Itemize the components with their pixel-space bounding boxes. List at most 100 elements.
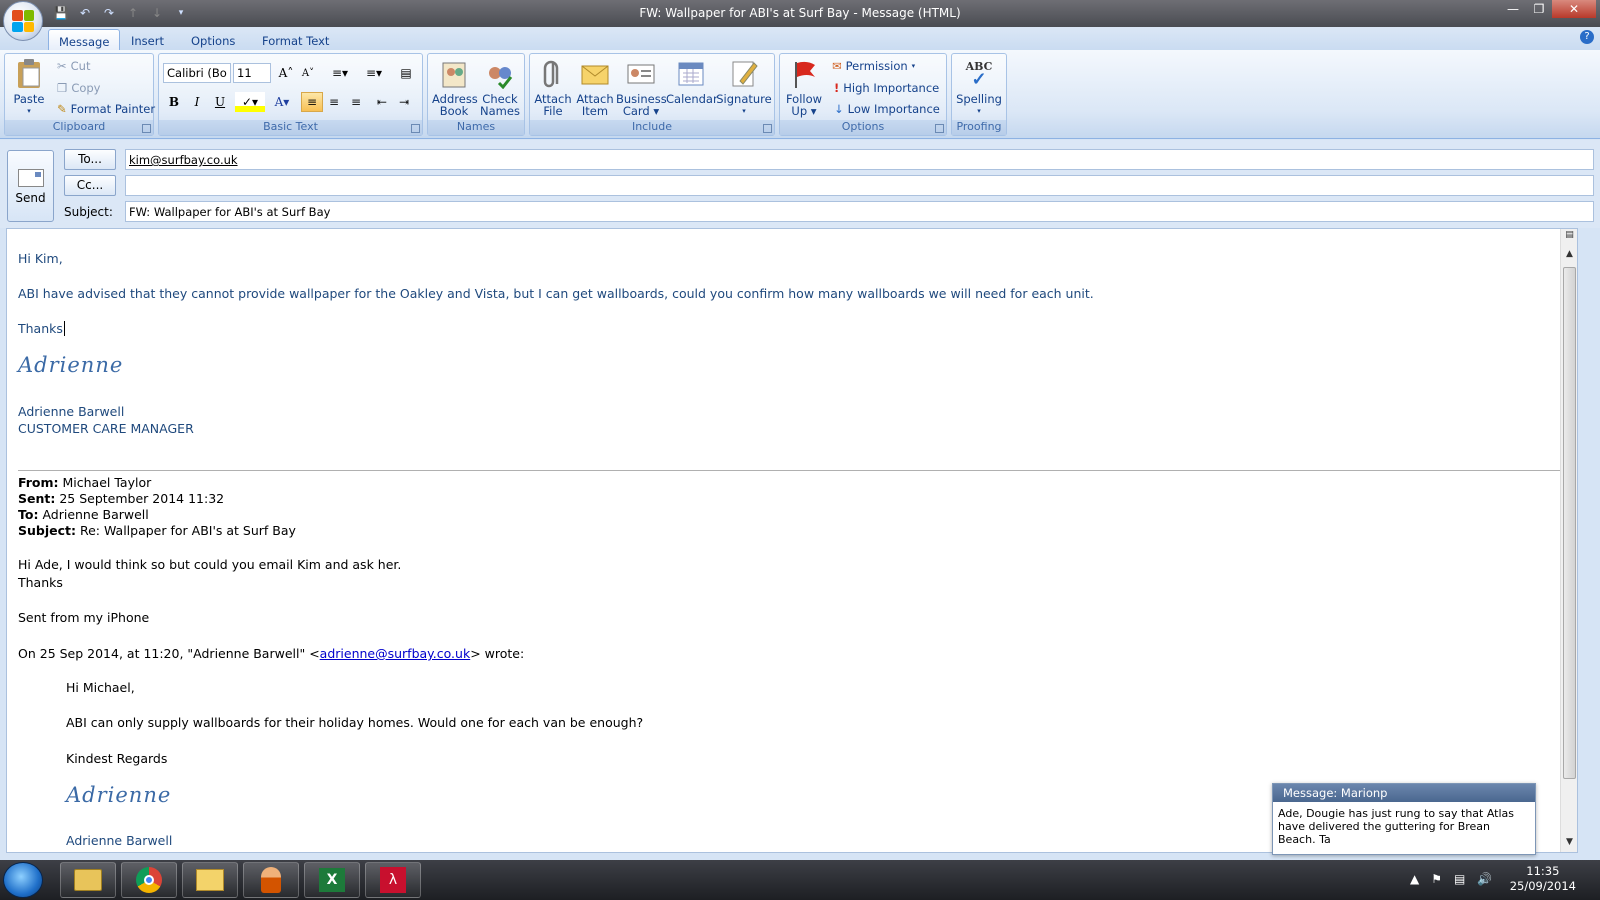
options-group-label: Options xyxy=(780,120,946,135)
check-names-button[interactable]: Check Names xyxy=(478,58,522,117)
dialog-launcher-icon[interactable] xyxy=(411,124,420,133)
signature-script: Adrienne xyxy=(18,353,124,377)
acrobat-taskbar-button[interactable]: λ xyxy=(365,862,421,898)
message-header: Send To... kim@surfbay.co.uk Cc... Subje… xyxy=(0,140,1600,228)
calendar-button[interactable]: Calendar xyxy=(666,58,718,105)
increase-indent-icon[interactable]: ⇥ xyxy=(393,92,415,112)
align-right-icon[interactable]: ≡ xyxy=(345,92,367,112)
names-group-label: Names xyxy=(428,120,524,135)
calendar-icon xyxy=(675,58,707,90)
attach-item-button[interactable]: Attach Item xyxy=(574,58,616,117)
new-mail-notification[interactable]: Message: Marionp Ade, Dougie has just ru… xyxy=(1272,783,1536,855)
format-painter-button[interactable]: ✎ Format Painter xyxy=(57,99,155,119)
ruler-toggle-icon[interactable]: ▤ xyxy=(1561,230,1577,244)
highlight-icon[interactable]: ✓▾ xyxy=(235,92,265,112)
outlook-taskbar-button[interactable] xyxy=(182,862,238,898)
tab-message[interactable]: Message xyxy=(48,29,121,51)
italic-button[interactable]: I xyxy=(186,92,208,112)
message-text: ABI have advised that they cannot provid… xyxy=(18,286,1094,301)
quoted-greeting: Hi Michael, xyxy=(66,680,135,695)
scroll-thumb[interactable] xyxy=(1563,267,1576,779)
scroll-down-icon[interactable]: ▼ xyxy=(1561,837,1577,851)
decrease-indent-icon[interactable]: ⇤ xyxy=(371,92,393,112)
tab-insert[interactable]: Insert xyxy=(121,29,174,51)
follow-up-button[interactable]: Follow Up ▾ xyxy=(782,58,826,117)
chrome-taskbar-button[interactable] xyxy=(121,862,177,898)
system-tray: ▲ ⚑ ▤ 🔊 xyxy=(1410,872,1492,886)
signature-title: CUSTOMER CARE MANAGER xyxy=(18,421,194,436)
align-left-icon[interactable]: ≡ xyxy=(301,92,323,112)
permission-button[interactable]: ✉ Permission ▾ xyxy=(832,56,915,76)
network-icon[interactable]: ▤ xyxy=(1454,872,1465,886)
subject-label: Subject: xyxy=(64,205,113,219)
volume-icon[interactable]: 🔊 xyxy=(1477,872,1492,886)
dialog-launcher-icon[interactable] xyxy=(142,124,151,133)
clock[interactable]: 11:35 25/09/2014 xyxy=(1510,864,1576,894)
styles-icon[interactable]: ▤ xyxy=(395,63,417,83)
ribbon: Paste ▾ ✂ Cut ❐ Copy ✎ Format Painter Clipb… xyxy=(0,50,1600,139)
font-color-icon[interactable]: A▾ xyxy=(267,92,297,112)
signature-button[interactable]: Signature ▾ xyxy=(716,58,772,117)
dialog-launcher-icon[interactable] xyxy=(763,124,772,133)
bold-button[interactable]: B xyxy=(163,92,185,112)
low-importance-button[interactable]: ↓ Low Importance xyxy=(834,99,940,119)
office-button[interactable] xyxy=(3,1,43,41)
email-link[interactable]: adrienne@surfbay.co.uk xyxy=(320,646,471,661)
to-button[interactable]: To... xyxy=(64,149,116,170)
check-names-icon xyxy=(484,58,516,90)
shrink-font-icon[interactable]: A˅ xyxy=(297,63,319,83)
pdf-icon: λ xyxy=(380,867,406,893)
send-button[interactable]: Send xyxy=(7,150,54,222)
fwd-from: From: Michael Taylor xyxy=(18,475,152,490)
window-controls: — ❐ ✕ xyxy=(1500,0,1596,18)
send-icon xyxy=(17,169,44,187)
excel-taskbar-button[interactable]: X xyxy=(304,862,360,898)
subject-field[interactable]: FW: Wallpaper for ABI's at Surf Bay xyxy=(125,201,1594,222)
high-importance-button[interactable]: ! High Importance xyxy=(834,78,939,98)
vertical-scrollbar[interactable]: ▤ ▲ ▼ xyxy=(1560,229,1577,852)
cc-field[interactable] xyxy=(125,175,1594,196)
options-group: Follow Up ▾ ✉ Permission ▾ ! High Importance… xyxy=(779,53,947,136)
start-button[interactable] xyxy=(3,862,43,898)
scroll-up-icon[interactable]: ▲ xyxy=(1561,249,1577,263)
spelling-button[interactable]: ABC ✓ Spelling ▾ xyxy=(954,58,1004,117)
grow-font-icon[interactable]: A˄ xyxy=(275,63,297,83)
fwd-subject: Subject: Re: Wallpaper for ABI's at Surf… xyxy=(18,523,296,538)
explorer-taskbar-button[interactable] xyxy=(60,862,116,898)
contacts-taskbar-button[interactable] xyxy=(243,862,299,898)
underline-button[interactable]: U xyxy=(209,92,231,112)
align-center-icon[interactable]: ≡ xyxy=(323,92,345,112)
copy-button[interactable]: ❐ Copy xyxy=(57,78,100,98)
paste-button[interactable]: Paste ▾ xyxy=(9,58,49,117)
attach-file-button[interactable]: Attach File xyxy=(532,58,574,117)
numbering-icon[interactable]: ≡▾ xyxy=(357,63,391,83)
action-center-flag-icon[interactable]: ⚑ xyxy=(1431,872,1442,886)
help-icon[interactable]: ? xyxy=(1580,30,1594,44)
cut-button[interactable]: ✂ Cut xyxy=(57,56,90,76)
to-field[interactable]: kim@surfbay.co.uk xyxy=(125,149,1594,170)
fwd-sent: Sent: 25 September 2014 11:32 xyxy=(18,491,225,506)
address-book-button[interactable]: Address Book xyxy=(432,58,478,117)
chrome-icon xyxy=(136,867,162,893)
cc-button[interactable]: Cc... xyxy=(64,175,116,196)
font-size-combo[interactable]: 11 xyxy=(233,63,271,83)
tab-format-text[interactable]: Format Text xyxy=(252,29,339,51)
thanks-text: Thanks xyxy=(18,321,65,336)
tab-options[interactable]: Options xyxy=(181,29,245,51)
dialog-launcher-icon[interactable] xyxy=(935,124,944,133)
reply-line-2: Thanks xyxy=(18,575,63,590)
maximize-button[interactable]: ❐ xyxy=(1526,0,1552,18)
sent-from-text: Sent from my iPhone xyxy=(18,610,150,625)
close-button[interactable]: ✕ xyxy=(1552,0,1596,18)
clipboard-icon xyxy=(13,58,45,90)
permission-icon: ✉ xyxy=(832,59,842,73)
bullets-icon[interactable]: ≡▾ xyxy=(323,63,357,83)
window-title: FW: Wallpaper for ABI's at Surf Bay - Me… xyxy=(639,6,961,20)
minimize-button[interactable]: — xyxy=(1500,0,1526,18)
names-group: Address Book Check Names Names xyxy=(427,53,525,136)
font-name-combo[interactable]: Calibri (Bo xyxy=(163,63,231,83)
message-body[interactable]: Hi Kim, ABI have advised that they canno… xyxy=(6,228,1578,853)
business-card-button[interactable]: Business Card ▾ xyxy=(616,58,667,117)
show-hidden-icons-icon[interactable]: ▲ xyxy=(1410,872,1419,886)
signature-icon xyxy=(728,58,760,90)
